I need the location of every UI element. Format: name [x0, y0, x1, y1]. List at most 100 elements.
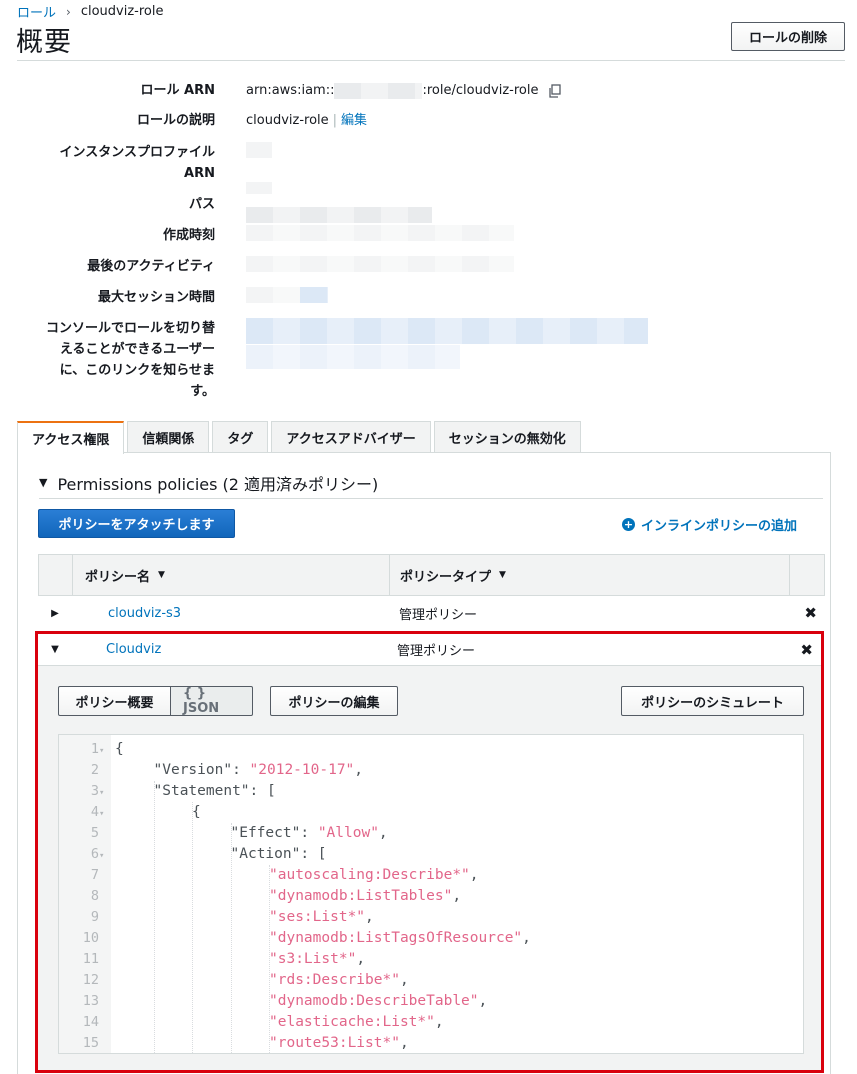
- console-link-label: コンソールでロールを切り替えることができるユーザーに、このリンクを知らせます。: [45, 321, 215, 399]
- indent-guide: [192, 802, 193, 1053]
- code-line: 13 "dynamodb:DescribeTable",: [59, 991, 799, 1012]
- breadcrumb-link-roles[interactable]: ロール: [17, 2, 56, 21]
- pipe-divider: |: [332, 113, 338, 128]
- code-line: 12 "rds:Describe*",: [59, 970, 799, 991]
- policy-detail: ポリシー概要 { } JSON ポリシーの編集 ポリシーのシミュレート 1▾{2…: [38, 666, 821, 1070]
- role-arn-label: ロール ARN: [140, 83, 215, 98]
- permissions-policies-header[interactable]: ▼ Permissions policies (2 適用済みポリシー): [39, 467, 823, 499]
- table-row: ▶ cloudviz-s3 管理ポリシー ✖: [38, 596, 825, 630]
- line-number: 8: [90, 888, 99, 904]
- redacted-link[interactable]: [246, 345, 460, 369]
- summary-row-path: パス: [0, 182, 432, 223]
- column-header-policy-type[interactable]: ポリシータイプ ▼: [390, 555, 790, 595]
- tab-tags[interactable]: タグ: [212, 421, 269, 453]
- summary-row-last-activity: 最後のアクティビティ: [0, 256, 514, 277]
- json-tab[interactable]: { } JSON: [171, 686, 253, 716]
- add-inline-policy-label: インラインポリシーの追加: [641, 519, 798, 534]
- tab-trust-relationships[interactable]: 信頼関係: [127, 421, 210, 453]
- summary-row-created: 作成時刻: [0, 225, 514, 246]
- tab-access-advisor[interactable]: アクセスアドバイザー: [271, 421, 431, 453]
- simulate-policy-button[interactable]: ポリシーのシミュレート: [621, 686, 804, 716]
- breadcrumb: ロール › cloudviz-role: [17, 2, 163, 21]
- line-number: 6: [90, 846, 99, 862]
- collapse-arrow-icon[interactable]: ▼: [38, 644, 72, 655]
- permissions-policies-title: Permissions policies (2 適用済みポリシー): [57, 474, 379, 494]
- line-number: 4: [90, 804, 99, 820]
- code-line: 7 "autoscaling:Describe*",: [59, 865, 799, 886]
- policy-name-link[interactable]: cloudviz-s3: [72, 606, 389, 621]
- console-link-value: [246, 318, 648, 344]
- add-inline-policy-link[interactable]: + インラインポリシーの追加: [622, 515, 797, 534]
- policies-table: ポリシー名 ▼ ポリシータイプ ▼ ▶ cloudviz-s3 管理ポリシー ✖: [38, 554, 825, 630]
- code-text: "s3:List*",: [269, 951, 366, 967]
- fold-arrow-icon[interactable]: ▾: [99, 741, 109, 762]
- header-spacer: [39, 555, 73, 595]
- code-text: "Action": [: [230, 846, 327, 862]
- code-text: "ses:List*",: [269, 909, 374, 925]
- expanded-policy-row: ▼ Cloudviz 管理ポリシー ✖ ポリシー概要 { } JSON ポリシー…: [35, 631, 824, 1073]
- max-session-value: [246, 287, 328, 303]
- code-line: 3▾ "Statement": [: [59, 781, 799, 802]
- code-line: 2 "Version": "2012-10-17",: [59, 760, 799, 781]
- expand-arrow-icon[interactable]: ▶: [38, 608, 72, 619]
- column-header-policy-name[interactable]: ポリシー名 ▼: [73, 555, 390, 595]
- redacted-value: [246, 182, 272, 194]
- redacted-link[interactable]: [246, 318, 648, 344]
- redacted-value: [246, 256, 514, 272]
- max-session-label: 最大セッション時間: [97, 290, 215, 305]
- policy-view-toggle: ポリシー概要 { } JSON: [58, 686, 253, 716]
- code-text: "dynamodb:DescribeTable",: [269, 993, 488, 1009]
- attach-policies-button[interactable]: ポリシーをアタッチします: [38, 509, 235, 538]
- code-line: 5 "Effect": "Allow",: [59, 823, 799, 844]
- last-activity-label: 最後のアクティビティ: [87, 259, 215, 274]
- summary-row-instance-profile: インスタンスプロファイル ARN: [0, 142, 272, 184]
- path-value: [246, 182, 272, 194]
- console-link-value-secondary: [246, 345, 460, 369]
- code-text: "dynamodb:ListTagsOfResource",: [269, 930, 531, 946]
- code-text: "dynamodb:ListTables",: [269, 888, 462, 904]
- code-text: {: [115, 741, 124, 757]
- policy-type: 管理ポリシー: [399, 607, 478, 623]
- created-value: [246, 225, 514, 241]
- tab-permissions[interactable]: アクセス権限: [17, 421, 125, 454]
- policy-name-link[interactable]: Cloudviz: [72, 642, 389, 657]
- remove-policy-icon[interactable]: ✖: [804, 604, 817, 622]
- role-description-value: cloudviz-role | 編集: [246, 110, 367, 131]
- fold-arrow-icon[interactable]: ▾: [99, 846, 109, 867]
- line-number: 10: [82, 930, 99, 946]
- path-value-secondary: [246, 207, 432, 223]
- last-activity-value: [246, 256, 514, 272]
- redacted-value: [246, 207, 432, 223]
- tab-revoke-sessions[interactable]: セッションの無効化: [433, 421, 581, 453]
- table-header: ポリシー名 ▼ ポリシータイプ ▼: [38, 554, 825, 596]
- path-label: パス: [188, 197, 215, 212]
- breadcrumb-separator: ›: [66, 4, 71, 19]
- line-number: 11: [82, 951, 99, 967]
- line-number: 5: [90, 825, 99, 841]
- fold-arrow-icon[interactable]: ▾: [99, 783, 109, 804]
- code-line: 9 "ses:List*",: [59, 907, 799, 928]
- edit-policy-button[interactable]: ポリシーの編集: [270, 686, 398, 716]
- table-row: ▼ Cloudviz 管理ポリシー ✖: [38, 634, 821, 666]
- redacted-value: [246, 142, 272, 158]
- code-text: {: [192, 804, 201, 820]
- copy-icon[interactable]: [547, 83, 563, 99]
- summary-row-max-session: 最大セッション時間: [0, 287, 328, 308]
- line-number: 3: [90, 783, 99, 799]
- sort-caret-icon: ▼: [499, 570, 506, 580]
- delete-role-button[interactable]: ロールの削除: [731, 22, 845, 51]
- remove-policy-icon[interactable]: ✖: [800, 641, 813, 659]
- page-title: 概要: [16, 27, 72, 58]
- role-arn-suffix: :role/cloudviz-role: [422, 83, 539, 98]
- code-line: 10 "dynamodb:ListTagsOfResource",: [59, 928, 799, 949]
- code-line: 8 "dynamodb:ListTables",: [59, 886, 799, 907]
- json-code-editor[interactable]: 1▾{2 "Version": "2012-10-17", 3▾ "Statement…: [58, 734, 804, 1054]
- policy-type: 管理ポリシー: [397, 644, 476, 659]
- edit-description-link[interactable]: 編集: [341, 110, 367, 131]
- line-number: 1: [90, 741, 99, 757]
- fold-arrow-icon[interactable]: ▾: [99, 804, 109, 825]
- redacted-value: [300, 287, 328, 303]
- breadcrumb-current: cloudviz-role: [80, 4, 164, 19]
- policy-summary-tab[interactable]: ポリシー概要: [58, 686, 171, 716]
- code-text: "route53:List*",: [269, 1035, 409, 1051]
